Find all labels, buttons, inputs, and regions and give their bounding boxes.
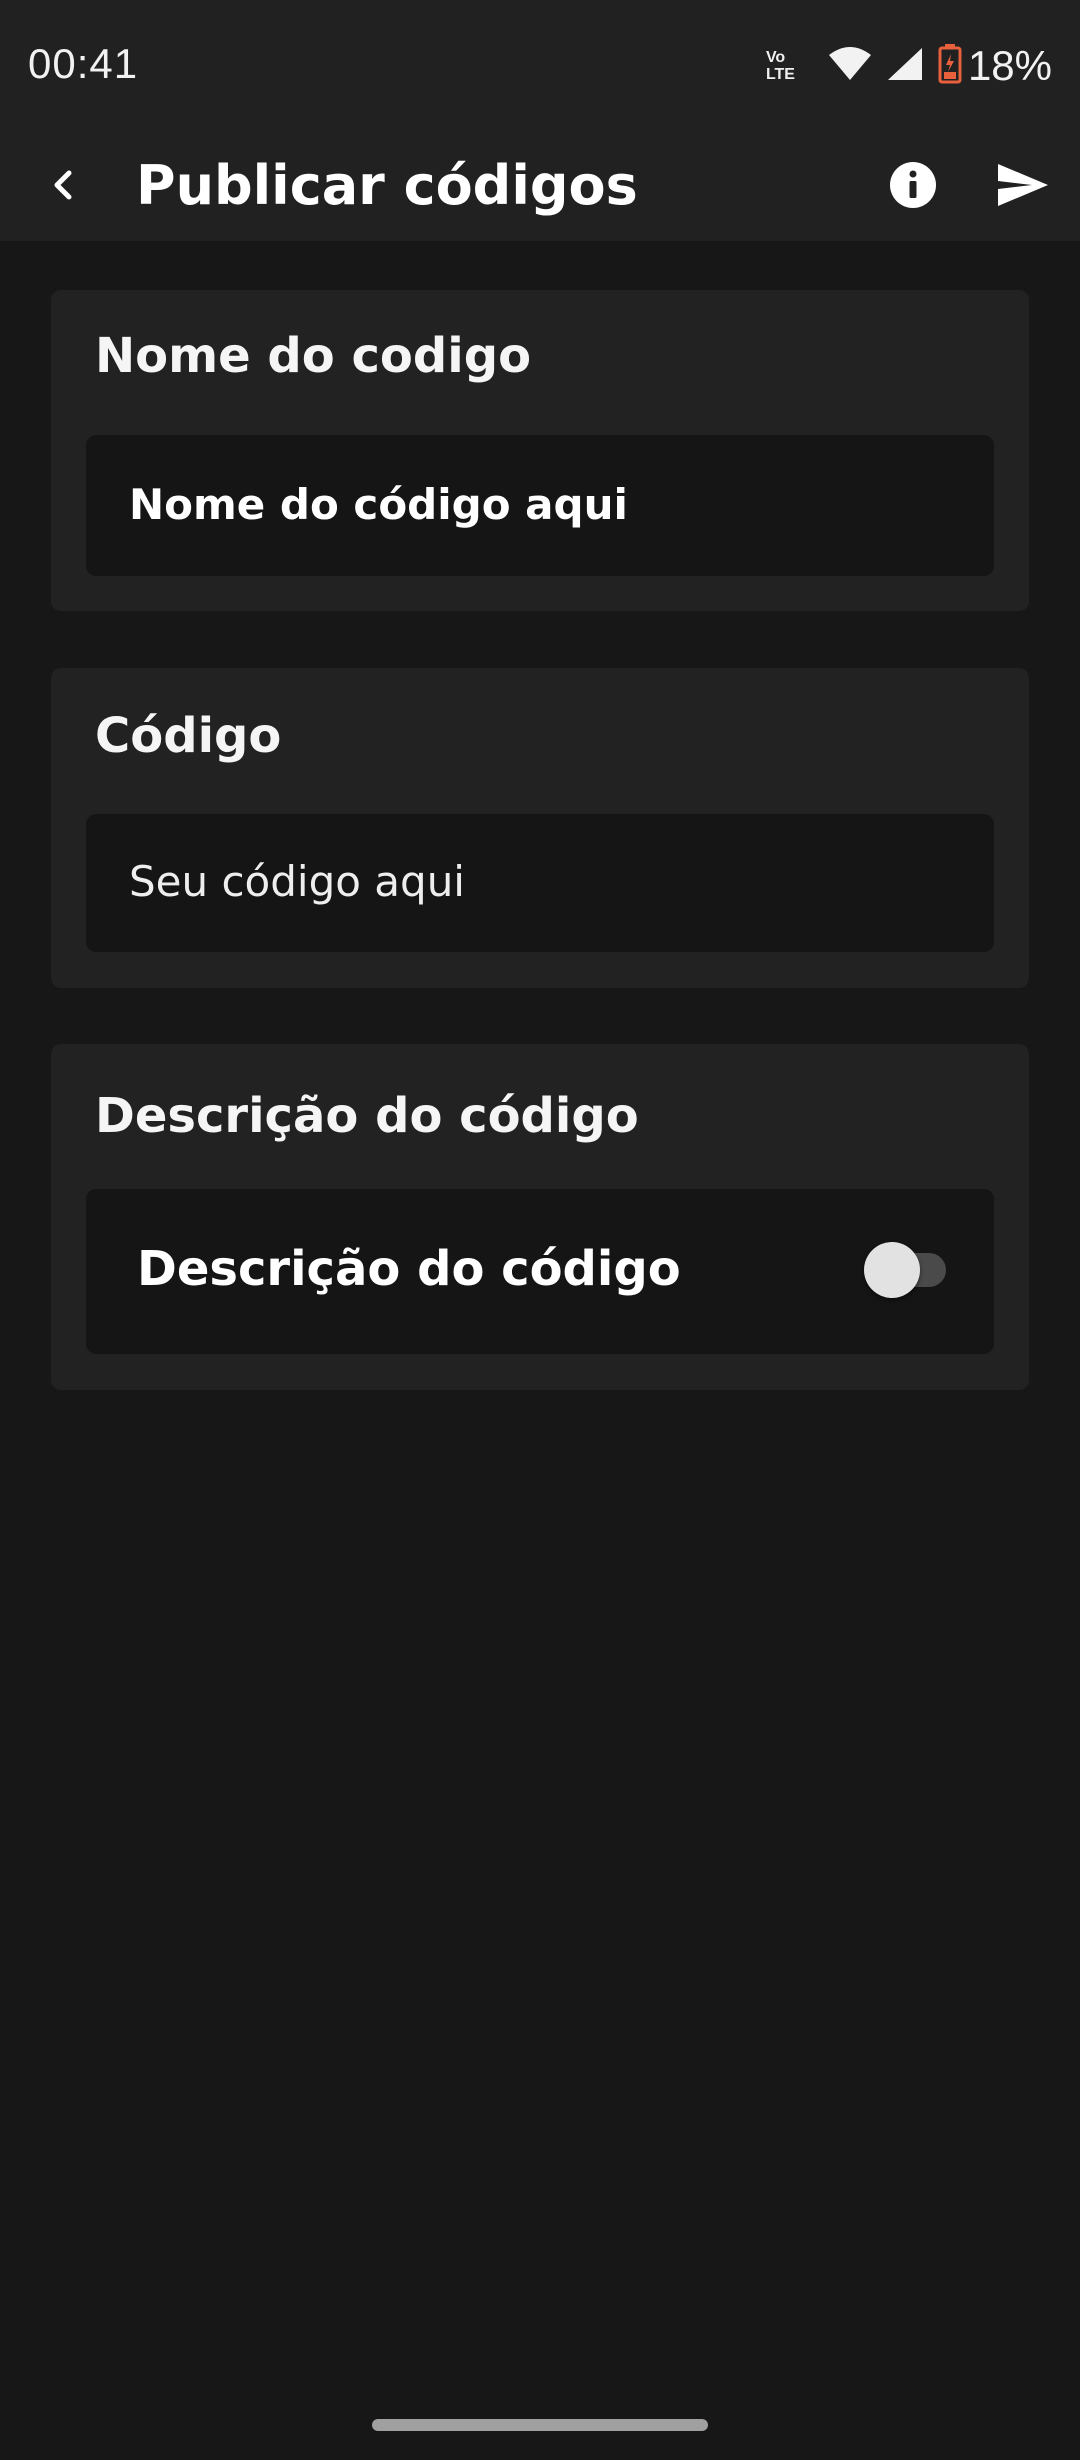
volte-icon: Vo LTE [766, 46, 808, 86]
status-bar: 00:41 Vo LTE 18% [0, 0, 1080, 130]
screen: 00:41 Vo LTE 18% Publicar códigos Nome d… [0, 0, 1080, 2460]
home-indicator[interactable] [372, 2419, 708, 2431]
code-input[interactable]: Seu código aqui [86, 814, 994, 952]
info-icon [890, 162, 936, 208]
volte-bottom-text: LTE [765, 66, 795, 83]
battery-icon [938, 44, 962, 88]
back-button[interactable] [30, 152, 96, 218]
code-name-input[interactable]: Nome do código aqui [86, 435, 994, 576]
status-icons: Vo LTE 18% [766, 38, 1052, 94]
signal-icon [886, 46, 924, 86]
code-placeholder: Seu código aqui [129, 857, 465, 906]
description-toggle-label: Descrição do código [137, 1241, 681, 1297]
description-card: Descrição do código Descrição do código [51, 1044, 1029, 1390]
status-time: 00:41 [28, 40, 139, 87]
code-name-label: Nome do codigo [95, 328, 532, 384]
code-name-value: Nome do código aqui [129, 480, 628, 529]
code-label: Código [95, 708, 282, 764]
code-name-card: Nome do codigo Nome do código aqui [51, 290, 1029, 611]
send-icon [998, 164, 1048, 206]
wifi-icon [828, 46, 872, 86]
code-card: Código Seu código aqui [51, 668, 1029, 988]
send-button[interactable] [990, 152, 1056, 218]
description-toggle[interactable] [856, 1239, 956, 1299]
page-title: Publicar códigos [136, 154, 638, 217]
toggle-thumb [864, 1242, 920, 1298]
info-button[interactable] [880, 152, 946, 218]
app-bar: Publicar códigos [0, 130, 1080, 241]
description-label: Descrição do código [95, 1088, 639, 1144]
description-toggle-row[interactable]: Descrição do código [86, 1189, 994, 1354]
battery-percent: 18% [967, 42, 1052, 89]
volte-top-text: Vo [765, 49, 786, 66]
chevron-left-icon [54, 170, 72, 200]
